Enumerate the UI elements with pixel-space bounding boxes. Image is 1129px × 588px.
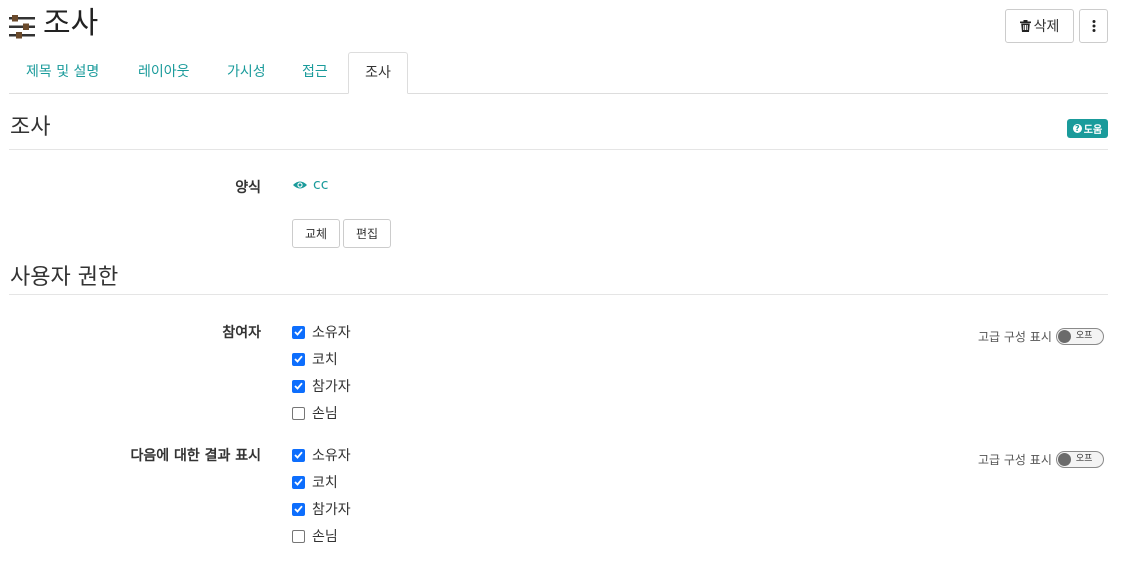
- settings-sliders-icon: [9, 15, 35, 39]
- delete-button[interactable]: 삭제: [1005, 9, 1074, 43]
- tab-visibility[interactable]: 가시성: [227, 52, 266, 94]
- checkbox-checked[interactable]: [292, 325, 305, 339]
- checkbox-participant[interactable]: 참가자: [292, 499, 351, 519]
- checkbox-label: 소유자: [312, 448, 351, 464]
- tab-title-description[interactable]: 제목 및 설명: [26, 52, 99, 94]
- checkbox-checked[interactable]: [292, 352, 305, 366]
- advanced-config-toggle-row: 고급 구성 표시 오프: [978, 327, 1104, 345]
- check-icon: [294, 478, 303, 486]
- edit-button[interactable]: 편집: [343, 219, 391, 248]
- show-results-label: 다음에 대한 결과 표시: [130, 448, 261, 464]
- checkbox-owner[interactable]: 소유자: [292, 445, 351, 465]
- form-preview-link[interactable]: cc: [293, 177, 328, 193]
- permissions-section-title: 사용자 권한: [10, 265, 119, 290]
- checkbox-coach[interactable]: 코치: [292, 472, 338, 492]
- trash-icon: [1019, 20, 1031, 32]
- checkbox-label: 소유자: [312, 325, 351, 341]
- checkbox-unchecked[interactable]: [292, 406, 305, 420]
- toggle-knob: [1057, 452, 1071, 466]
- check-icon: [294, 355, 303, 363]
- checkbox-label: 손님: [312, 529, 338, 545]
- page-title: 조사: [43, 6, 99, 41]
- advanced-config-toggle-row: 고급 구성 표시 오프: [978, 450, 1104, 468]
- checkbox-checked[interactable]: [292, 502, 305, 516]
- checkbox-label: 참가자: [312, 502, 351, 518]
- tab-access[interactable]: 접근: [302, 52, 328, 94]
- toggle-state-label: 오프: [1075, 453, 1093, 464]
- delete-button-label: 삭제: [1033, 19, 1060, 35]
- checkbox-checked[interactable]: [292, 475, 305, 489]
- checkbox-label: 코치: [312, 475, 338, 491]
- advanced-config-toggle[interactable]: 오프: [1055, 327, 1104, 345]
- advanced-config-toggle[interactable]: 오프: [1055, 450, 1104, 468]
- checkbox-label: 손님: [312, 406, 338, 422]
- form-link-text: cc: [313, 177, 329, 193]
- vertical-ellipsis-icon: [1092, 20, 1095, 32]
- tab-bar: 제목 및 설명 레이아웃 가시성 접근 조사: [9, 52, 1108, 94]
- replace-button[interactable]: 교체: [292, 219, 340, 248]
- form-label: 양식: [235, 180, 261, 196]
- checkbox-participant[interactable]: 참가자: [292, 376, 351, 396]
- tab-layout[interactable]: 레이아웃: [138, 52, 190, 94]
- help-label: 도움: [1083, 125, 1103, 136]
- check-icon: [294, 505, 303, 513]
- checkbox-owner[interactable]: 소유자: [292, 322, 351, 342]
- more-options-button[interactable]: [1079, 9, 1108, 43]
- survey-section-title: 조사: [10, 115, 51, 140]
- advanced-config-label: 고급 구성 표시: [978, 452, 1052, 467]
- checkbox-guest[interactable]: 손님: [292, 526, 338, 546]
- participants-label: 참여자: [222, 325, 261, 341]
- checkbox-checked[interactable]: [292, 448, 305, 462]
- section-divider: [9, 294, 1108, 295]
- check-icon: [294, 382, 303, 390]
- advanced-config-label: 고급 구성 표시: [978, 329, 1052, 344]
- toggle-knob: [1057, 329, 1071, 343]
- check-icon: [294, 328, 303, 336]
- checkbox-coach[interactable]: 코치: [292, 349, 338, 369]
- checkbox-label: 참가자: [312, 379, 351, 395]
- section-divider: [9, 149, 1108, 150]
- checkbox-unchecked[interactable]: [292, 529, 305, 543]
- checkbox-label: 코치: [312, 352, 338, 368]
- checkbox-guest[interactable]: 손님: [292, 403, 338, 423]
- check-icon: [294, 451, 303, 459]
- help-badge[interactable]: ? 도움: [1067, 119, 1108, 138]
- toggle-state-label: 오프: [1075, 330, 1093, 341]
- question-icon: ?: [1072, 124, 1082, 133]
- tab-survey[interactable]: 조사: [348, 52, 408, 94]
- eye-icon: [293, 181, 307, 189]
- checkbox-checked[interactable]: [292, 379, 305, 393]
